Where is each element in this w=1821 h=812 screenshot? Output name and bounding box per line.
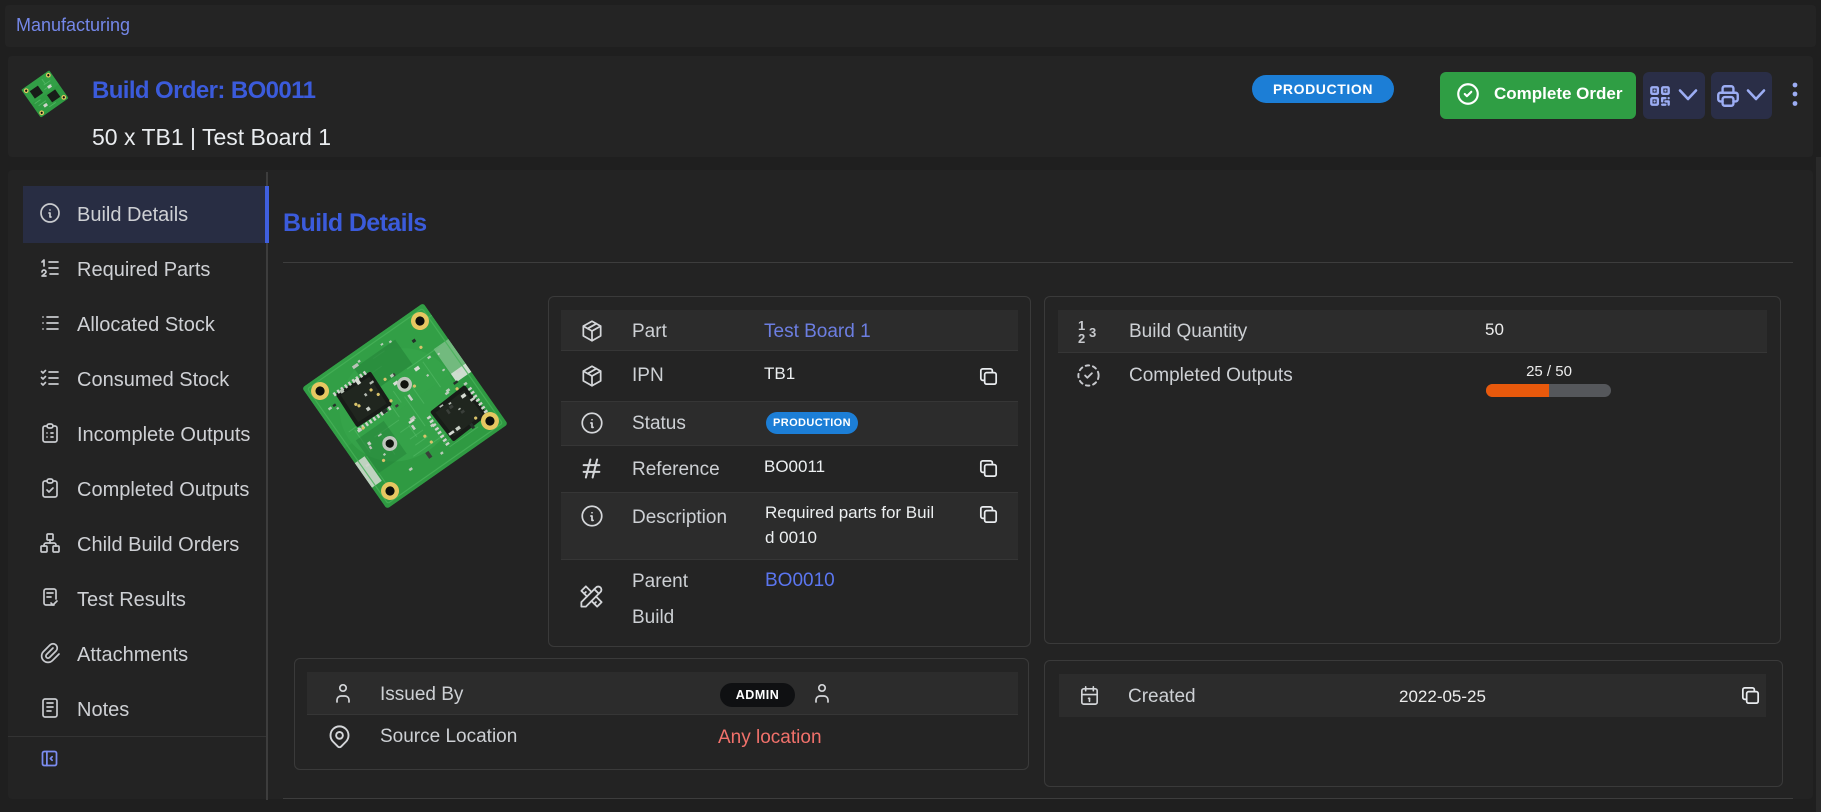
svg-text:3: 3 bbox=[1089, 325, 1096, 340]
svg-text:2: 2 bbox=[1078, 331, 1085, 344]
